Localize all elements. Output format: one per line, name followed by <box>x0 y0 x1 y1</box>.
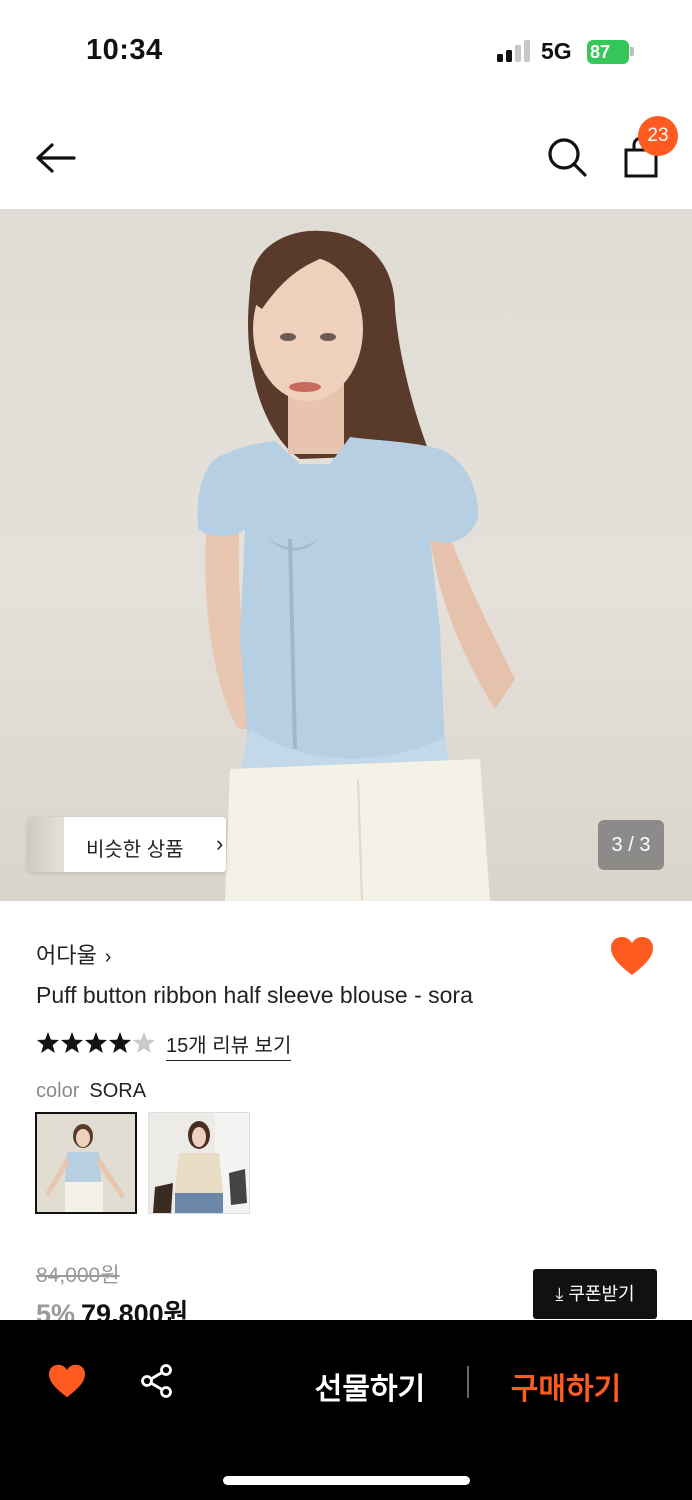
chevron-right-icon: › <box>104 946 112 968</box>
color-swatch-alt[interactable] <box>148 1112 250 1214</box>
similar-products-button[interactable]: 비슷한 상품 › <box>28 817 226 872</box>
share-icon <box>141 1364 172 1398</box>
arrow-left-icon <box>36 143 76 173</box>
original-price: 84,000원 <box>36 1264 120 1287</box>
buy-button[interactable]: 구매하기 <box>486 1364 646 1408</box>
brand-name: 어다울 <box>36 943 97 968</box>
search-button[interactable] <box>544 134 590 180</box>
color-swatch-sora[interactable] <box>35 1112 137 1214</box>
chevron-right-icon: › <box>216 831 224 856</box>
color-row: color SORA <box>36 1080 146 1103</box>
back-button[interactable] <box>32 138 80 178</box>
brand-link[interactable]: 어다울 › <box>36 938 111 970</box>
wishlist-button[interactable] <box>47 1363 87 1399</box>
status-bar: 10:34 5G 87 <box>0 0 692 100</box>
status-time: 10:34 <box>86 34 163 66</box>
product-title: Puff button ribbon half sleeve blouse - … <box>36 982 473 1008</box>
home-indicator[interactable] <box>223 1476 470 1485</box>
swatch-image <box>149 1113 249 1213</box>
coupon-button[interactable]: ⤓ 쿠폰받기 <box>533 1269 657 1319</box>
share-button[interactable] <box>139 1363 175 1399</box>
cart-count-badge: 23 <box>638 116 678 156</box>
network-label: 5G <box>541 38 572 64</box>
product-image[interactable] <box>0 209 692 901</box>
top-nav <box>0 110 692 208</box>
heart-icon <box>49 1364 85 1398</box>
heart-icon <box>611 937 653 975</box>
signal-icon <box>497 40 531 62</box>
star-rating-icon <box>37 1032 155 1053</box>
divider <box>467 1366 469 1398</box>
gift-button[interactable]: 선물하기 <box>290 1364 450 1408</box>
review-link[interactable]: 15개 리뷰 보기 <box>166 1029 292 1061</box>
model-photo <box>197 230 515 901</box>
bottom-action-bar: 선물하기 구매하기 <box>0 1320 692 1500</box>
battery-tip <box>630 47 634 56</box>
battery-icon: 87 <box>587 40 629 64</box>
color-label: color <box>36 1080 80 1102</box>
color-value: SORA <box>89 1080 147 1102</box>
image-pager: 3 / 3 <box>598 820 664 870</box>
similar-products-label: 비슷한 상품 <box>86 839 184 861</box>
similar-product-thumbnail <box>28 817 64 872</box>
swatch-image <box>37 1114 135 1212</box>
search-icon <box>548 138 587 177</box>
wishlist-button[interactable] <box>609 935 655 977</box>
battery-level: 87 <box>590 42 611 62</box>
